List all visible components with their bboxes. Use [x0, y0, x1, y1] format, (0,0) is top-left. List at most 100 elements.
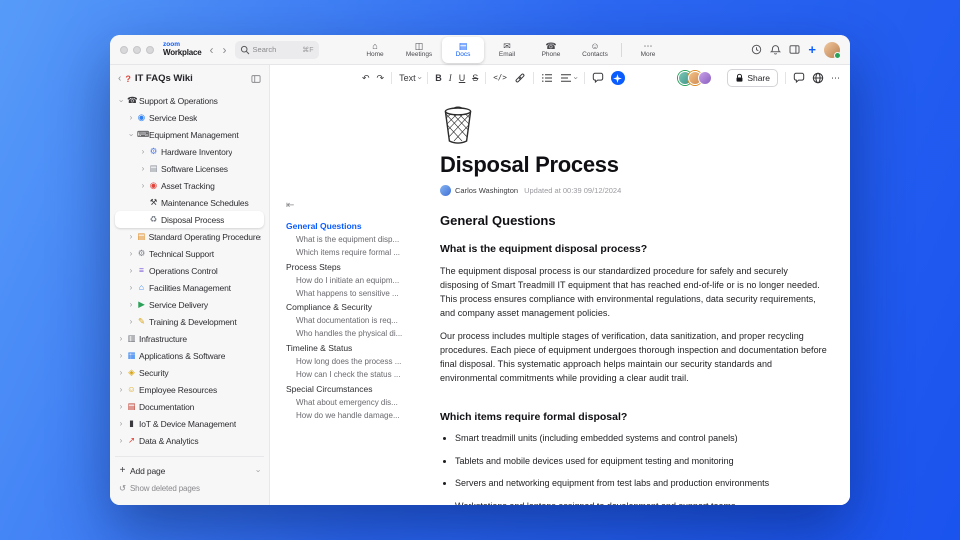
chevron-down-icon[interactable]: ›: [254, 468, 263, 474]
sidebar-item-service-desk[interactable]: › ◉ Service Desk: [115, 109, 264, 126]
global-search[interactable]: ⌘F: [234, 40, 319, 59]
close-window-button[interactable]: [120, 45, 128, 54]
chevron-right-icon[interactable]: ›: [118, 334, 124, 343]
nav-meetings[interactable]: ◫ Meetings: [398, 37, 440, 63]
outline-section-compliance-security[interactable]: Compliance & Security: [286, 300, 428, 315]
minimize-window-button[interactable]: [133, 45, 141, 54]
chevron-right-icon[interactable]: ›: [128, 249, 134, 258]
bullet-item[interactable]: Servers and networking equipment from te…: [455, 478, 828, 490]
nav-phone[interactable]: ☎ Phone: [530, 37, 572, 63]
collapse-sidebar-icon[interactable]: [251, 74, 261, 84]
share-button[interactable]: Share: [727, 69, 778, 87]
comments-panel-button[interactable]: [793, 72, 805, 84]
sidebar-item-standard-operating-procedures[interactable]: › ▤ Standard Operating Procedures: [115, 228, 264, 245]
text-style-dropdown[interactable]: Text ›: [399, 73, 424, 83]
side-panel-icon[interactable]: [789, 44, 800, 55]
outline-item[interactable]: What is the equipment disp...: [286, 234, 428, 247]
outline-item[interactable]: What happens to sensitive ...: [286, 287, 428, 300]
bullet-item[interactable]: Smart treadmill units (including embedde…: [455, 433, 828, 445]
outline-item[interactable]: How do we handle damage...: [286, 409, 428, 422]
question-heading[interactable]: Which items require formal disposal?: [440, 411, 828, 423]
ai-companion-button[interactable]: [610, 71, 625, 85]
outline-item[interactable]: Who handles the physical di...: [286, 328, 428, 341]
chevron-right-icon[interactable]: ›: [118, 402, 124, 411]
chevron-right-icon[interactable]: ›: [128, 232, 134, 241]
back-button[interactable]: ‹: [209, 44, 215, 56]
chevron-right-icon[interactable]: ›: [128, 317, 134, 326]
comment-button[interactable]: [592, 72, 604, 84]
sidebar-item-operations-control[interactable]: › ≡ Operations Control: [115, 262, 264, 279]
publish-globe-button[interactable]: [812, 72, 824, 84]
chevron-right-icon[interactable]: ›: [140, 147, 146, 156]
section-heading[interactable]: General Questions: [440, 213, 828, 228]
outline-item[interactable]: How long does the process ...: [286, 356, 428, 369]
chevron-down-icon[interactable]: ›: [127, 132, 136, 138]
sidebar-item-security[interactable]: › ◈ Security: [115, 364, 264, 381]
collaborator-avatar[interactable]: [698, 71, 713, 85]
more-options-button[interactable]: ⋯: [831, 73, 840, 83]
sidebar-item-asset-tracking[interactable]: › ◉ Asset Tracking: [115, 177, 264, 194]
trash-can-icon[interactable]: [440, 103, 828, 145]
chevron-right-icon[interactable]: ›: [128, 283, 134, 292]
outline-section-process-steps[interactable]: Process Steps: [286, 260, 428, 275]
chevron-right-icon[interactable]: ›: [128, 300, 134, 309]
link-button[interactable]: [514, 72, 526, 84]
new-plus-button[interactable]: +: [808, 43, 816, 56]
sidebar-item-hardware-inventory[interactable]: › ⚙ Hardware Inventory: [115, 143, 264, 160]
redo-button[interactable]: ↷: [377, 73, 385, 83]
show-deleted-pages-button[interactable]: ↺ Show deleted pages: [115, 480, 264, 497]
underline-button[interactable]: U: [459, 73, 466, 83]
sidebar-item-equipment-management[interactable]: › ⌨ Equipment Management: [115, 126, 264, 143]
nav-home[interactable]: ⌂ Home: [354, 37, 396, 63]
italic-button[interactable]: I: [449, 73, 452, 83]
sidebar-item-facilities-management[interactable]: › ⌂ Facilities Management: [115, 279, 264, 296]
align-dropdown[interactable]: ›: [560, 72, 580, 84]
paragraph[interactable]: The equipment disposal process is our st…: [440, 264, 828, 320]
chevron-down-icon[interactable]: ›: [117, 98, 126, 104]
outline-section-timeline-status[interactable]: Timeline & Status: [286, 341, 428, 356]
chevron-right-icon[interactable]: ›: [118, 385, 124, 394]
bold-button[interactable]: B: [435, 73, 442, 83]
sidebar-item-iot-device-management[interactable]: › ▮ IoT & Device Management: [115, 415, 264, 432]
nav-more[interactable]: ⋯ More: [627, 37, 669, 63]
sidebar-item-disposal-process[interactable]: › ♻ Disposal Process: [115, 211, 264, 228]
sidebar-item-software-licenses[interactable]: › ▤ Software Licenses: [115, 160, 264, 177]
outline-section-general-questions[interactable]: General Questions: [286, 219, 428, 234]
history-clock-icon[interactable]: [751, 44, 762, 55]
sidebar-item-support-operations[interactable]: › ☎ Support & Operations: [115, 92, 264, 109]
user-avatar[interactable]: [824, 41, 841, 59]
author-avatar[interactable]: [440, 185, 451, 196]
sidebar-item-infrastructure[interactable]: › ▥ Infrastructure: [115, 330, 264, 347]
sidebar-item-service-delivery[interactable]: › ▶ Service Delivery: [115, 296, 264, 313]
chevron-right-icon[interactable]: ›: [118, 368, 124, 377]
bullet-list-button[interactable]: [541, 72, 553, 84]
sidebar-item-applications-software[interactable]: › ▦ Applications & Software: [115, 347, 264, 364]
outline-item[interactable]: What documentation is req...: [286, 315, 428, 328]
undo-button[interactable]: ↶: [362, 73, 370, 83]
chevron-right-icon[interactable]: ›: [118, 419, 124, 428]
outline-item[interactable]: What about emergency dis...: [286, 396, 428, 409]
sidebar-item-technical-support[interactable]: › ⚙ Technical Support: [115, 245, 264, 262]
chevron-right-icon[interactable]: ›: [140, 181, 146, 190]
sidebar-item-maintenance-schedules[interactable]: › ⚒ Maintenance Schedules: [115, 194, 264, 211]
search-input[interactable]: [252, 45, 295, 54]
outline-item[interactable]: Which items require formal ...: [286, 247, 428, 260]
outline-item[interactable]: How do I initiate an equipm...: [286, 274, 428, 287]
chevron-right-icon[interactable]: ›: [118, 436, 124, 445]
chevron-right-icon[interactable]: ›: [118, 351, 124, 360]
chevron-right-icon[interactable]: ›: [140, 164, 146, 173]
sidebar-item-documentation[interactable]: › ▤ Documentation: [115, 398, 264, 415]
bullet-item[interactable]: Workstations and laptops assigned to dev…: [455, 501, 828, 505]
outline-item[interactable]: How can I check the status ...: [286, 369, 428, 382]
sidebar-item-training-development[interactable]: › ✎ Training & Development: [115, 313, 264, 330]
page-title[interactable]: Disposal Process: [440, 152, 828, 178]
sidebar-item-data-analytics[interactable]: › ↗ Data & Analytics: [115, 432, 264, 449]
maximize-window-button[interactable]: [146, 45, 154, 54]
sidebar-back-icon[interactable]: ‹: [118, 73, 121, 84]
nav-email[interactable]: ✉ Email: [486, 37, 528, 63]
notifications-bell-icon[interactable]: [770, 44, 782, 55]
nav-contacts[interactable]: ☺ Contacts: [574, 37, 616, 63]
forward-button[interactable]: ›: [222, 44, 228, 56]
sidebar-item-employee-resources[interactable]: › ☺ Employee Resources: [115, 381, 264, 398]
question-heading[interactable]: What is the equipment disposal process?: [440, 243, 828, 255]
